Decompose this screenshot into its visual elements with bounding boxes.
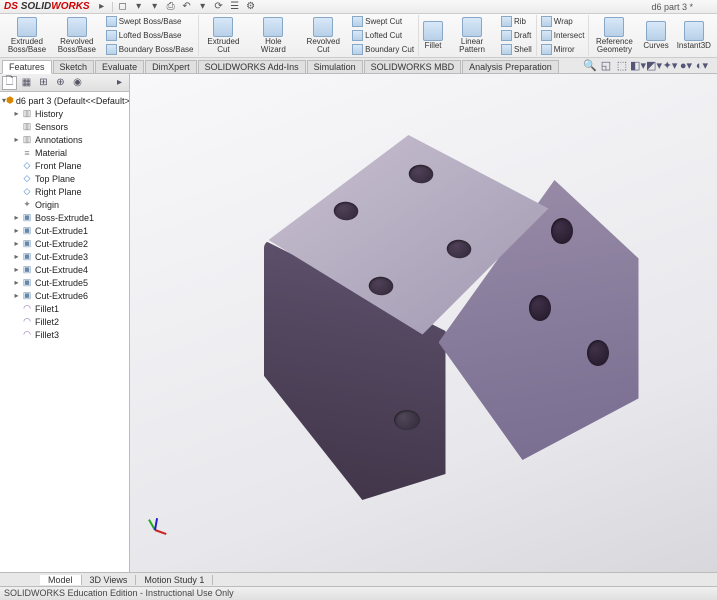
scene-icon[interactable]: ✦▾ [663, 58, 677, 72]
extruded-cut-button[interactable]: Extruded Cut [199, 15, 249, 56]
render-icon[interactable]: ◐▾ [695, 58, 709, 72]
tree-item[interactable]: ◇Right Plane [0, 185, 129, 198]
boundary-cut-button[interactable]: Boundary Cut [350, 44, 416, 55]
draft-button[interactable]: Draft [499, 30, 534, 41]
tree-root[interactable]: ▾⬢d6 part 3 (Default<<Default>_Display [0, 94, 129, 107]
feature-tree-tab-icon[interactable]: 🗋 [2, 76, 17, 90]
motion-study-tab[interactable]: Motion Study 1 [136, 575, 213, 585]
rib-button[interactable]: Rib [499, 16, 534, 27]
curves-button[interactable]: Curves [639, 15, 672, 56]
lofted-cut-button[interactable]: Lofted Cut [350, 30, 416, 41]
tree-item[interactable]: ▸▣Cut-Extrude6 [0, 289, 129, 302]
config-manager-tab-icon[interactable]: ⊞ [36, 76, 51, 90]
options-icon[interactable]: ☰ [228, 1, 242, 13]
print-icon[interactable]: ⎙ [164, 1, 178, 13]
tree-item[interactable]: ≡Material [0, 146, 129, 159]
reference-geometry-button[interactable]: Reference Geometry [589, 15, 639, 56]
orientation-triad[interactable] [142, 518, 166, 542]
tree-item[interactable]: ◇Top Plane [0, 172, 129, 185]
ribbon: Extruded Boss/Base Revolved Boss/Base Sw… [0, 14, 717, 58]
titlebar: DS SOLIDWORKS ▸ ◻ ▾ ▾ ⎙ ↶ ▾ ⟳ ☰ ⚙ d6 par… [0, 0, 717, 14]
save-icon[interactable]: ▾ [148, 1, 162, 13]
instant3d-button[interactable]: Instant3D [673, 15, 715, 56]
select-icon[interactable]: ▾ [196, 1, 210, 13]
boundary-boss-button[interactable]: Boundary Boss/Base [104, 44, 196, 55]
feature-tree: ▾⬢d6 part 3 (Default<<Default>_Display ▸… [0, 92, 129, 572]
tree-item[interactable]: ▸▣Cut-Extrude5 [0, 276, 129, 289]
feature-manager-panel: 🗋 ▦ ⊞ ⊕ ◉ ▸ ▾⬢d6 part 3 (Default<<Defaul… [0, 74, 130, 572]
view-orient-icon[interactable]: ⬚ [615, 58, 629, 72]
tab-simulation[interactable]: Simulation [307, 60, 363, 73]
lofted-boss-button[interactable]: Lofted Boss/Base [104, 30, 196, 41]
display-style-icon[interactable]: ◧▾ [631, 58, 645, 72]
panel-tabs: 🗋 ▦ ⊞ ⊕ ◉ ▸ [0, 74, 129, 92]
revolved-cut-button[interactable]: Revolved Cut [298, 15, 348, 56]
new-icon[interactable]: ◻ [116, 1, 130, 13]
tree-item[interactable]: ▸▥History [0, 107, 129, 120]
app-logo: DS SOLIDWORKS [4, 1, 90, 12]
menu-dropdown-icon[interactable]: ▸ [95, 1, 109, 13]
section-view-icon[interactable]: ◩▾ [647, 58, 661, 72]
rebuild-icon[interactable]: ⟳ [212, 1, 226, 13]
model-tab[interactable]: Model [40, 575, 82, 585]
zoom-area-icon[interactable]: ◱ [599, 58, 613, 72]
open-icon[interactable]: ▾ [132, 1, 146, 13]
hole-wizard-button[interactable]: Hole Wizard [248, 15, 298, 56]
view-toolbar: 🔍 ◱ ⬚ ◧▾ ◩▾ ✦▾ ●▾ ◐▾ [583, 58, 709, 72]
settings-icon[interactable]: ⚙ [244, 1, 258, 13]
tree-item[interactable]: ▥Sensors [0, 120, 129, 133]
tree-item[interactable]: ✦Origin [0, 198, 129, 211]
appearance-icon[interactable]: ●▾ [679, 58, 693, 72]
status-bar: SOLIDWORKS Education Edition - Instructi… [0, 586, 717, 600]
tab-dimxpert[interactable]: DimXpert [145, 60, 197, 73]
property-manager-tab-icon[interactable]: ▦ [19, 76, 34, 90]
document-title: d6 part 3 * [651, 2, 693, 12]
linear-pattern-button[interactable]: Linear Pattern [447, 15, 497, 56]
graphics-viewport[interactable] [130, 74, 717, 572]
tab-solidworks-mbd[interactable]: SOLIDWORKS MBD [364, 60, 462, 73]
shell-button[interactable]: Shell [499, 44, 534, 55]
tree-item[interactable]: ▸▣Cut-Extrude1 [0, 224, 129, 237]
swept-cut-button[interactable]: Swept Cut [350, 16, 416, 27]
status-text: SOLIDWORKS Education Edition - Instructi… [4, 588, 234, 598]
tree-item[interactable]: ▸▣Cut-Extrude4 [0, 263, 129, 276]
tree-item[interactable]: ◠Fillet2 [0, 315, 129, 328]
revolved-boss-button[interactable]: Revolved Boss/Base [52, 15, 102, 56]
display-manager-tab-icon[interactable]: ◉ [70, 76, 85, 90]
tree-item[interactable]: ▸▣Boss-Extrude1 [0, 211, 129, 224]
tree-item[interactable]: ◠Fillet3 [0, 328, 129, 341]
panel-more-icon[interactable]: ▸ [112, 76, 127, 90]
extruded-boss-button[interactable]: Extruded Boss/Base [2, 15, 52, 56]
tab-solidworks-add-ins[interactable]: SOLIDWORKS Add-Ins [198, 60, 306, 73]
tree-item[interactable]: ▸▣Cut-Extrude2 [0, 237, 129, 250]
tree-item[interactable]: ▸▣Cut-Extrude3 [0, 250, 129, 263]
tab-analysis-preparation[interactable]: Analysis Preparation [462, 60, 559, 73]
tab-features[interactable]: Features [2, 60, 52, 74]
dice-model[interactable] [214, 115, 634, 515]
tree-item[interactable]: ◇Front Plane [0, 159, 129, 172]
zoom-fit-icon[interactable]: 🔍 [583, 58, 597, 72]
mirror-button[interactable]: Mirror [539, 44, 587, 55]
undo-icon[interactable]: ↶ [180, 1, 194, 13]
tab-evaluate[interactable]: Evaluate [95, 60, 144, 73]
dimxpert-tab-icon[interactable]: ⊕ [53, 76, 68, 90]
bottom-tabs: Model 3D Views Motion Study 1 [0, 572, 717, 586]
wrap-button[interactable]: Wrap [539, 16, 587, 27]
intersect-button[interactable]: Intersect [539, 30, 587, 41]
tree-item[interactable]: ◠Fillet1 [0, 302, 129, 315]
command-tabs: FeaturesSketchEvaluateDimXpertSOLIDWORKS… [0, 58, 717, 74]
tab-sketch[interactable]: Sketch [53, 60, 95, 73]
3dviews-tab[interactable]: 3D Views [82, 575, 137, 585]
swept-boss-button[interactable]: Swept Boss/Base [104, 16, 196, 27]
fillet-button[interactable]: Fillet [419, 15, 447, 56]
tree-item[interactable]: ▸▥Annotations [0, 133, 129, 146]
